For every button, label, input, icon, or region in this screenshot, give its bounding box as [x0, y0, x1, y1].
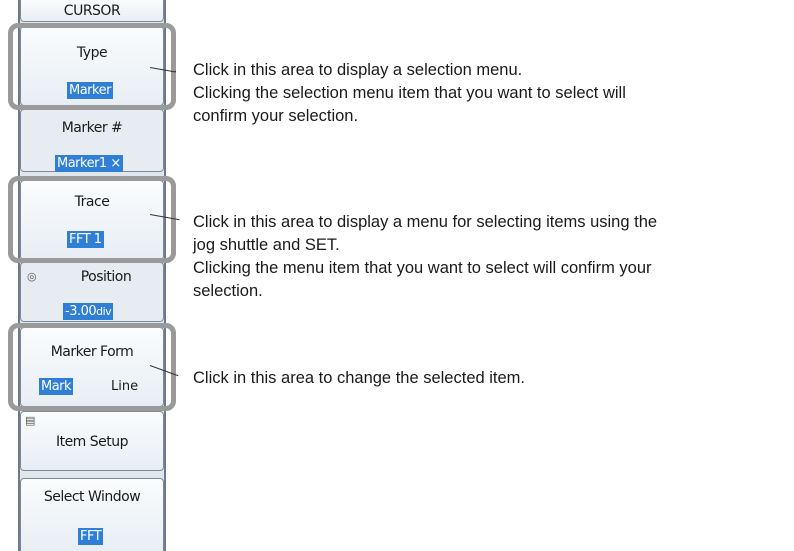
callout-line: jog shuttle and SET. [193, 236, 340, 254]
marker-form-highlight-outline [8, 323, 176, 411]
position-unit: div [96, 305, 112, 318]
menu-title: CURSOR [63, 3, 121, 19]
callout-line: Click in this area to display a menu for… [193, 213, 658, 231]
callout-line: Clicking the menu item that you want to … [193, 259, 652, 277]
callout-jog-menu: Click in this area to display a menu for… [193, 211, 657, 303]
callout-line: Click in this area to display a selectio… [193, 61, 523, 79]
marker-number-button[interactable]: Marker # Marker1 × [20, 109, 164, 172]
item-setup-icon: ▤ [25, 414, 36, 427]
callout-line: selection. [193, 282, 263, 300]
trace-highlight-outline [8, 176, 176, 263]
select-window-button[interactable]: Select Window FFT [20, 478, 164, 551]
jog-shuttle-icon: ◎ [27, 270, 37, 283]
leader-line-type-end [175, 71, 176, 72]
position-value: -3.00div [63, 303, 114, 320]
marker-number-label: Marker # [61, 120, 123, 136]
callout-line: Click in this area to change the selecte… [193, 369, 526, 387]
select-window-value: FFT [78, 528, 104, 545]
callout-line: Clicking the selection menu item that yo… [193, 84, 626, 102]
marker-number-value: Marker1 × [55, 155, 123, 172]
select-window-label: Select Window [43, 489, 141, 505]
callout-line: confirm your selection. [193, 107, 359, 125]
callout-toggle: Click in this area to change the selecte… [193, 367, 525, 390]
position-button[interactable]: ◎ Position -3.00div [20, 262, 164, 322]
position-number: -3.00 [65, 304, 97, 319]
item-setup-button[interactable]: ▤ Item Setup [20, 411, 164, 471]
close-icon: × [110, 156, 121, 171]
item-setup-label: Item Setup [55, 434, 129, 450]
position-label: Position [80, 269, 132, 285]
marker-number-text: Marker1 [57, 156, 107, 171]
callout-selection-menu: Click in this area to display a selectio… [193, 59, 626, 128]
cursor-menu-title: CURSOR [20, 0, 164, 22]
